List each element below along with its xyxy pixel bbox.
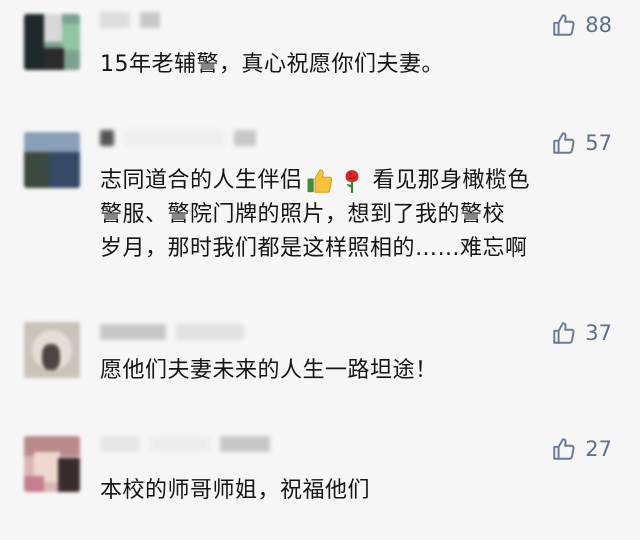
comment-item: 88 15年老辅警，真心祝愿你们夫妻。 bbox=[0, 0, 640, 100]
comment-list: 88 15年老辅警，真心祝愿你们夫妻。 57 志同道合的人生伴侣 看见那身橄榄色… bbox=[0, 0, 640, 540]
rose-emoji bbox=[345, 170, 359, 193]
thumbs-up-emoji bbox=[307, 169, 332, 193]
like-button[interactable]: 37 bbox=[551, 320, 612, 346]
comment-line: 警服、警院门牌的照片，想到了我的警校 bbox=[100, 202, 506, 227]
avatar[interactable] bbox=[24, 322, 80, 378]
comment-text: 本校的师哥师姐，祝福他们 bbox=[100, 478, 371, 503]
thumbs-up-outline-icon bbox=[553, 322, 575, 344]
comment-text: 志同道合的人生伴侣 看见那身橄榄色 警服、警院门牌的照片，想到了我的警校 岁月，… bbox=[100, 164, 615, 266]
comment-text: 15年老辅警，真心祝愿你们夫妻。 bbox=[100, 52, 444, 77]
avatar[interactable] bbox=[24, 14, 80, 70]
thumbs-up-outline-icon bbox=[553, 14, 575, 36]
comment-text: 愿他们夫妻未来的人生一路坦途！ bbox=[100, 358, 438, 383]
like-button[interactable]: 27 bbox=[551, 436, 612, 462]
avatar[interactable] bbox=[24, 436, 80, 492]
comment-item: 27 本校的师哥师姐，祝福他们 bbox=[0, 424, 640, 540]
user-name[interactable] bbox=[100, 12, 160, 32]
user-name[interactable] bbox=[100, 130, 256, 150]
like-button[interactable]: 88 bbox=[551, 12, 612, 38]
like-count: 37 bbox=[585, 321, 612, 345]
comment-line: 岁月，那时我们都是这样照相的……难忘啊 bbox=[100, 236, 528, 261]
comment-line: 志同道合的人生伴侣 看见那身橄榄色 bbox=[100, 164, 615, 198]
comment-item: 37 愿他们夫妻未来的人生一路坦途！ bbox=[0, 310, 640, 410]
like-count: 27 bbox=[585, 437, 612, 461]
comment-item: 57 志同道合的人生伴侣 看见那身橄榄色 警服、警院门牌的照片，想到了我的警校 … bbox=[0, 118, 640, 308]
like-count: 88 bbox=[585, 13, 612, 37]
avatar[interactable] bbox=[24, 132, 80, 188]
thumbs-up-outline-icon bbox=[553, 438, 575, 460]
like-button[interactable]: 57 bbox=[551, 130, 612, 156]
user-name[interactable] bbox=[100, 324, 244, 344]
user-name[interactable] bbox=[100, 436, 270, 456]
like-count: 57 bbox=[585, 131, 612, 155]
thumbs-up-outline-icon bbox=[553, 132, 575, 154]
